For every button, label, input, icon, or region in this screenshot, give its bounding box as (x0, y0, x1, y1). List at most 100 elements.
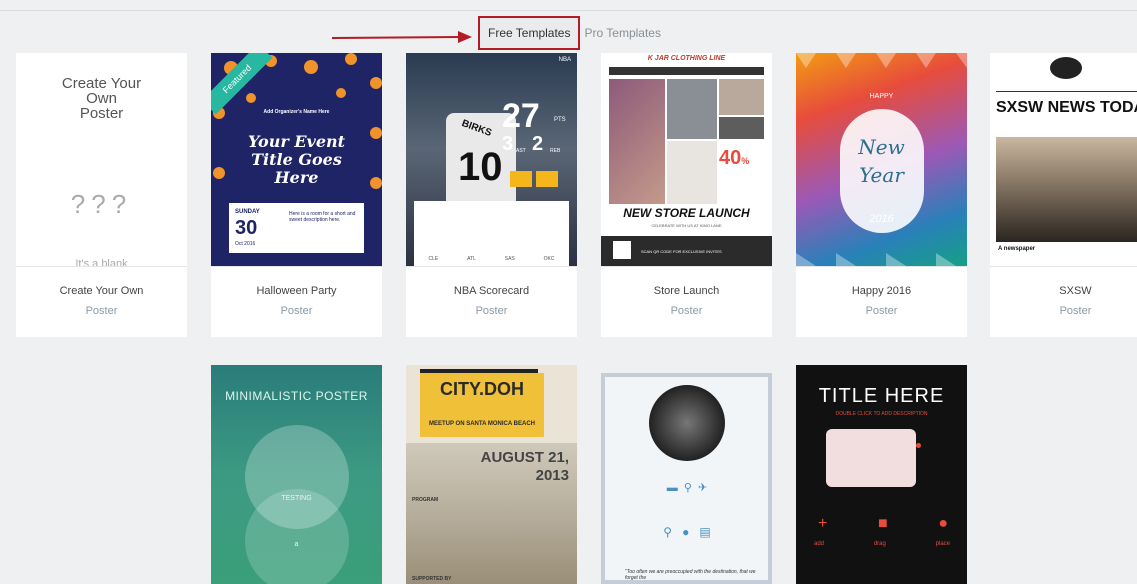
template-tabs: Free Templates Pro Templates (478, 16, 665, 50)
new-year-poster-thumbnail: HAPPY New Year 2016 (796, 53, 967, 266)
team-label: CLE (428, 256, 439, 262)
store-headline: NEW STORE LAUNCH (623, 206, 750, 220)
title-here-heading: TITLE HERE (818, 385, 945, 407)
qr-code-icon (613, 241, 631, 259)
blank-poster-note: It's a blank (75, 258, 128, 266)
rebounds-label: REB (550, 148, 561, 154)
blank-poster-title: Create Your Own Poster (61, 75, 142, 122)
card-title: Happy 2016 (851, 285, 912, 297)
usa-map (826, 429, 916, 487)
points-value: 27 (502, 97, 540, 135)
news-caption: A newspaper (998, 246, 1036, 252)
bike-icon: ⚲ (663, 525, 673, 539)
team-label: SAS (504, 256, 515, 262)
year-number: 2016 (869, 213, 894, 225)
halloween-poster-thumbnail: Featured Add Organizer's Name Here Your … (211, 53, 382, 266)
card-type: Poster (1059, 305, 1092, 317)
template-card-halloween-party[interactable]: Featured Add Organizer's Name Here Your … (211, 53, 382, 337)
place-pin-icon: ● (938, 515, 948, 532)
store-poster-thumbnail: K JAR CLOTHING LINE 40% NEW STORE LAUNCH… (601, 53, 772, 266)
card-type: Poster (475, 305, 508, 317)
template-card-title-here[interactable]: TITLE HERE DOUBLE CLICK TO ADD DESCRIPTI… (796, 365, 967, 584)
blank-poster-thumbnail: Create Your Own Poster ?‍?‍? It's a blan… (16, 53, 187, 266)
card-title: Create Your Own (59, 285, 144, 297)
location-icon: ⚲ (683, 482, 692, 494)
chat-icon: ● (682, 525, 690, 539)
card-type: Poster (865, 305, 898, 317)
template-card-camera-infographic[interactable]: ▬ ⚲ ✈ ⚲ ● ▤ "Too often we are preoccupie… (601, 373, 772, 584)
points-label: PTS (554, 117, 566, 123)
player-number: 10 (458, 145, 503, 189)
arrow-pointer (332, 31, 472, 43)
card-type: Poster (670, 305, 703, 317)
event-month: Oct 2016 (235, 241, 256, 247)
camera-quote: "Too often we are preoccupied with the d… (625, 569, 756, 581)
building-icon: ▤ (699, 525, 711, 539)
minimal-bottom-text: a (294, 541, 299, 548)
drag-icon: ■ (878, 515, 888, 532)
question-marks-icon: ?‍?‍? (70, 189, 133, 219)
nba-logo: NBA (558, 57, 571, 63)
card-type: Poster (280, 305, 313, 317)
event-day: SUNDAY (235, 209, 260, 215)
template-card-sxsw[interactable]: SXSW NEWS TODAY A newspaper SXSW Poster (990, 53, 1137, 337)
car-icon: ▬ (666, 482, 678, 494)
plus-icon: + (818, 515, 828, 532)
team-label: ATL (467, 256, 476, 262)
happy-label: HAPPY (869, 93, 894, 100)
event-title: Your Event Title Goes Here (247, 132, 346, 187)
card-divider (796, 266, 967, 267)
discount-percent: % (741, 156, 750, 166)
city-subtitle: MEETUP ON SANTA MONICA BEACH (428, 421, 535, 427)
store-subtitle: CELEBRATE WITH US AT KIMO LANE (651, 223, 722, 228)
tab-pro-templates[interactable]: Pro Templates (580, 16, 664, 50)
assists-label: AST (516, 148, 526, 154)
camera-photo (649, 385, 725, 461)
card-divider (990, 266, 1137, 267)
template-card-create-your-own[interactable]: Create Your Own Poster ?‍?‍? It's a blan… (16, 53, 187, 337)
card-title: Store Launch (653, 285, 720, 297)
action-label-place: place (935, 541, 950, 547)
tab-free-templates[interactable]: Free Templates (478, 16, 581, 50)
city-title: CITY.DOH (439, 379, 524, 399)
discount-value: 40 (719, 147, 742, 169)
map-pin-icon (916, 443, 921, 448)
rebounds-value: 2 (532, 133, 544, 155)
card-divider (211, 266, 382, 267)
assists-value: 3 (502, 133, 514, 155)
city-program: PROGRAM (412, 497, 439, 503)
card-title: Halloween Party (256, 285, 337, 297)
news-headline: SXSW NEWS TODAY (996, 99, 1137, 116)
new-word: New (858, 135, 905, 159)
plane-icon: ✈ (698, 482, 708, 494)
card-divider (601, 266, 772, 267)
city-date: AUGUST 21, (480, 449, 569, 466)
team-label: OKC (543, 256, 555, 262)
brand-name: K JAR CLOTHING LINE (647, 55, 726, 62)
minimal-center-text: TESTING (281, 495, 312, 502)
nba-poster-thumbnail: BIRKS 10 NBA 27 PTS 3 AST 2 REB CLE ATL … (406, 53, 577, 266)
event-date: 30 (235, 217, 258, 239)
action-label-add: add (814, 541, 825, 547)
template-card-nba-scorecard[interactable]: BIRKS 10 NBA 27 PTS 3 AST 2 REB CLE ATL … (406, 53, 577, 337)
card-type: Poster (85, 305, 118, 317)
top-divider (0, 10, 1137, 11)
template-card-happy-2016[interactable]: HAPPY New Year 2016 Happy 2016 Poster (796, 53, 967, 337)
city-year: 2013 (535, 467, 569, 484)
title-here-subtitle: DOUBLE CLICK TO ADD DESCRIPTION (835, 411, 928, 417)
card-title: NBA Scorecard (453, 285, 530, 297)
city-supported-by: SUPPORTED BY (412, 576, 452, 582)
card-divider (16, 266, 187, 267)
card-divider (406, 266, 577, 267)
globe-logo-icon (1050, 57, 1082, 79)
year-word: Year (859, 163, 904, 187)
template-card-minimalistic-poster[interactable]: MINIMALISTIC POSTER TESTING a (211, 365, 382, 584)
action-label-drag: drag (873, 541, 886, 547)
template-card-store-launch[interactable]: K JAR CLOTHING LINE 40% NEW STORE LAUNCH… (601, 53, 772, 337)
sxsw-poster-thumbnail: SXSW NEWS TODAY A newspaper (990, 53, 1137, 266)
card-title: SXSW (1059, 285, 1092, 297)
template-card-city-doh[interactable]: CITY.DOH MEETUP ON SANTA MONICA BEACH AU… (406, 365, 577, 584)
qr-note: SCAN QR CODE FOR EXCLUSIVE INVITES (641, 249, 722, 254)
minimal-title: MINIMALISTIC POSTER (225, 389, 368, 403)
organizer-text: Add Organizer's Name Here (263, 109, 330, 115)
